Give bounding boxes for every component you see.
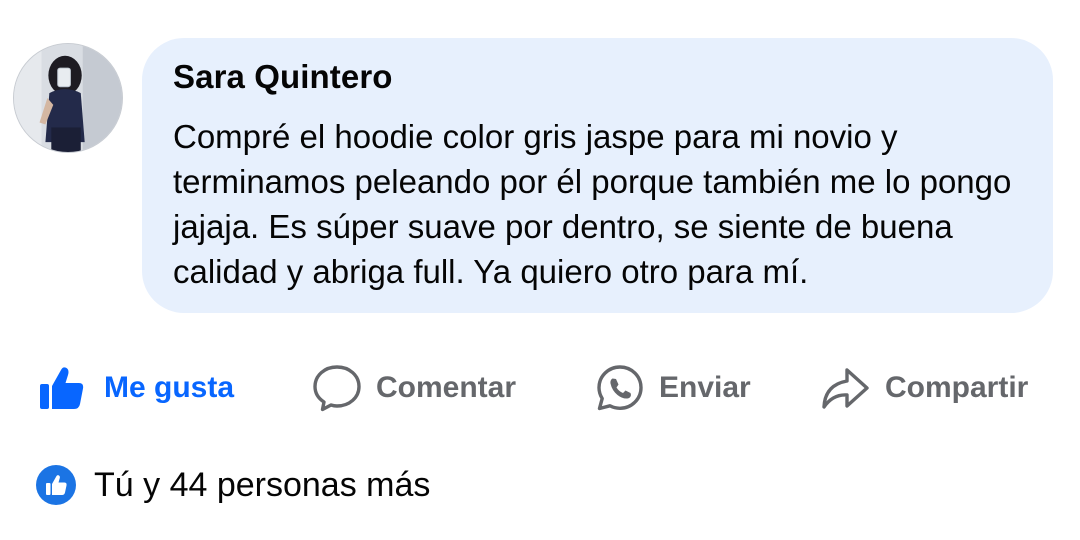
like-reaction-icon [36, 465, 76, 505]
send-button[interactable]: Enviar [595, 355, 751, 421]
comment-text: Compré el hoodie color gris jaspe para m… [173, 118, 1012, 290]
whatsapp-icon [595, 363, 645, 413]
reaction-count-text: Tú y 44 personas más [94, 465, 431, 504]
avatar-image [14, 44, 122, 152]
comment-button[interactable]: Comentar [312, 355, 516, 421]
comment-label: Comentar [376, 371, 517, 404]
reaction-summary[interactable]: Tú y 44 personas más [36, 460, 430, 510]
like-button[interactable]: Me gusta [38, 355, 234, 421]
send-label: Enviar [659, 371, 751, 404]
share-arrow-icon [819, 364, 871, 412]
thumbs-up-icon [38, 364, 86, 412]
author-name[interactable]: Sara Quintero [173, 56, 1023, 98]
avatar[interactable] [13, 43, 123, 153]
share-label: Compartir [885, 371, 1029, 404]
share-button[interactable]: Compartir [819, 355, 1028, 421]
comment-bubble: Sara Quintero Compré el hoodie color gri… [142, 38, 1053, 313]
like-label: Me gusta [104, 371, 235, 404]
speech-bubble-icon [312, 363, 362, 413]
comment-actions: Me gusta Comentar Enviar Compartir [0, 355, 1080, 421]
